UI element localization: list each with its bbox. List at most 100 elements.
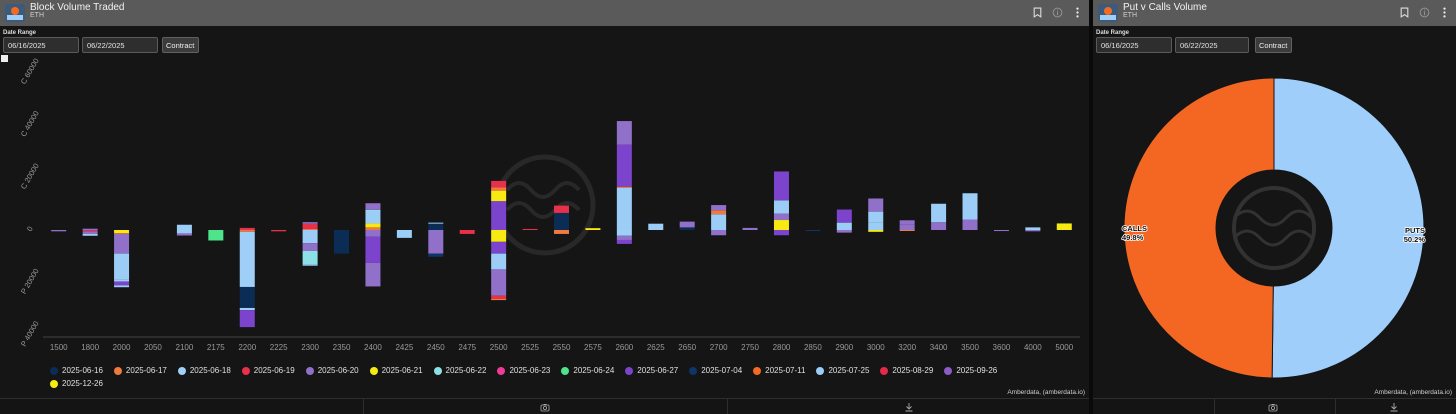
- bar-segment[interactable]: [522, 228, 538, 230]
- bar-segment[interactable]: [239, 230, 255, 232]
- bar-segment[interactable]: [554, 212, 569, 230]
- bar-segment[interactable]: [931, 203, 947, 223]
- legend-item[interactable]: 2025-12-26: [50, 379, 103, 388]
- bar-segment[interactable]: [365, 236, 381, 263]
- download-icon[interactable]: [904, 402, 914, 412]
- bar-segment[interactable]: [616, 239, 632, 244]
- bar-segment[interactable]: [365, 209, 381, 211]
- bar-segment[interactable]: [428, 222, 444, 224]
- bar-segment[interactable]: [365, 230, 381, 237]
- bar-segment[interactable]: [365, 203, 381, 210]
- bar-segment[interactable]: [302, 243, 318, 251]
- legend-item[interactable]: 2025-06-18: [177, 366, 231, 375]
- bar-segment[interactable]: [176, 224, 192, 230]
- bar-segment[interactable]: [365, 262, 381, 287]
- bar-segment[interactable]: [491, 253, 507, 270]
- bar-segment[interactable]: [302, 230, 318, 244]
- bar-segment[interactable]: [805, 230, 821, 231]
- bar-segment[interactable]: [899, 220, 915, 225]
- legend-item[interactable]: 2025-07-04: [689, 366, 742, 375]
- bar-segment[interactable]: [334, 230, 350, 254]
- bar-segment[interactable]: [82, 228, 98, 230]
- legend-item[interactable]: 2025-06-22: [433, 366, 486, 375]
- bar-segment[interactable]: [868, 198, 884, 212]
- legend-item[interactable]: 2025-07-25: [816, 366, 869, 375]
- bar-segment[interactable]: [711, 230, 727, 236]
- bar-segment[interactable]: [365, 210, 381, 224]
- bar-segment[interactable]: [616, 230, 632, 236]
- bar-segment[interactable]: [491, 180, 507, 188]
- bar-segment[interactable]: [491, 201, 507, 230]
- bar-segment[interactable]: [679, 227, 695, 230]
- bar-segment[interactable]: [773, 220, 789, 230]
- bar-segment[interactable]: [82, 230, 98, 232]
- bar-segment[interactable]: [82, 231, 98, 234]
- bar-segment[interactable]: [491, 190, 507, 202]
- bar-segment[interactable]: [899, 224, 915, 230]
- bar-segment[interactable]: [491, 187, 507, 191]
- bar-segment[interactable]: [1025, 227, 1041, 230]
- bar-segment[interactable]: [711, 214, 727, 230]
- bar-segment[interactable]: [616, 186, 632, 188]
- camera-icon[interactable]: [540, 402, 550, 412]
- legend-item[interactable]: 2025-06-23: [497, 366, 550, 375]
- bar-segment[interactable]: [176, 233, 192, 236]
- bar-segment[interactable]: [554, 230, 569, 234]
- legend-item[interactable]: 2025-06-21: [369, 366, 423, 375]
- bar-segment[interactable]: [271, 230, 287, 232]
- bar-segment[interactable]: [931, 222, 947, 230]
- bar-segment[interactable]: [836, 230, 852, 233]
- bar-segment[interactable]: [302, 264, 318, 266]
- bar-segment[interactable]: [459, 230, 475, 234]
- bar-segment[interactable]: [114, 281, 130, 286]
- bar-segment[interactable]: [239, 286, 255, 308]
- legend-item[interactable]: 2025-06-24: [561, 366, 614, 375]
- legend-item[interactable]: 2025-08-29: [880, 366, 933, 375]
- bar-segment[interactable]: [428, 223, 444, 230]
- legend-item[interactable]: 2025-06-17: [113, 366, 167, 375]
- bar-segment[interactable]: [82, 233, 98, 236]
- bar-segment[interactable]: [773, 171, 789, 201]
- bar-segment[interactable]: [868, 211, 884, 223]
- camera-icon[interactable]: [1268, 402, 1278, 412]
- bar-segment[interactable]: [962, 193, 978, 220]
- bar-segment[interactable]: [114, 230, 130, 234]
- bar-segment[interactable]: [239, 307, 255, 311]
- bar-segment[interactable]: [114, 253, 130, 280]
- bar-segment[interactable]: [679, 221, 695, 228]
- bar-segment[interactable]: [396, 230, 412, 238]
- bar-segment[interactable]: [491, 269, 507, 296]
- bar-segment[interactable]: [491, 295, 507, 299]
- legend-item[interactable]: 2025-07-11: [753, 366, 805, 375]
- bar-segment[interactable]: [239, 227, 255, 230]
- bar-segment[interactable]: [711, 210, 727, 215]
- bar-segment[interactable]: [962, 219, 978, 231]
- bar-segment[interactable]: [302, 223, 318, 229]
- bar-segment[interactable]: [176, 230, 192, 234]
- bar-segment[interactable]: [51, 230, 67, 232]
- bar-segment[interactable]: [868, 222, 884, 230]
- bar-segment[interactable]: [114, 285, 130, 288]
- bar-segment[interactable]: [554, 205, 569, 213]
- bar-segment[interactable]: [428, 230, 444, 254]
- bar-segment[interactable]: [239, 231, 255, 287]
- bar-segment[interactable]: [208, 230, 224, 241]
- bar-segment[interactable]: [648, 223, 664, 230]
- bar-segment[interactable]: [365, 227, 381, 230]
- bar-segment[interactable]: [616, 121, 632, 145]
- bar-segment[interactable]: [302, 251, 318, 265]
- bar-segment[interactable]: [773, 200, 789, 214]
- bar-segment[interactable]: [239, 310, 255, 328]
- bar-segment[interactable]: [585, 228, 601, 230]
- bar-segment[interactable]: [1056, 223, 1072, 230]
- bar-segment[interactable]: [742, 227, 758, 230]
- bar-segment[interactable]: [836, 209, 852, 223]
- bar-segment[interactable]: [711, 205, 727, 211]
- legend-item[interactable]: 2025-06-20: [305, 366, 359, 375]
- bar-segment[interactable]: [302, 222, 318, 224]
- bar-segment[interactable]: [899, 230, 915, 231]
- bar-segment[interactable]: [836, 222, 852, 230]
- bar-segment[interactable]: [114, 279, 130, 282]
- bar-segment[interactable]: [114, 233, 130, 254]
- bar-segment[interactable]: [616, 235, 632, 240]
